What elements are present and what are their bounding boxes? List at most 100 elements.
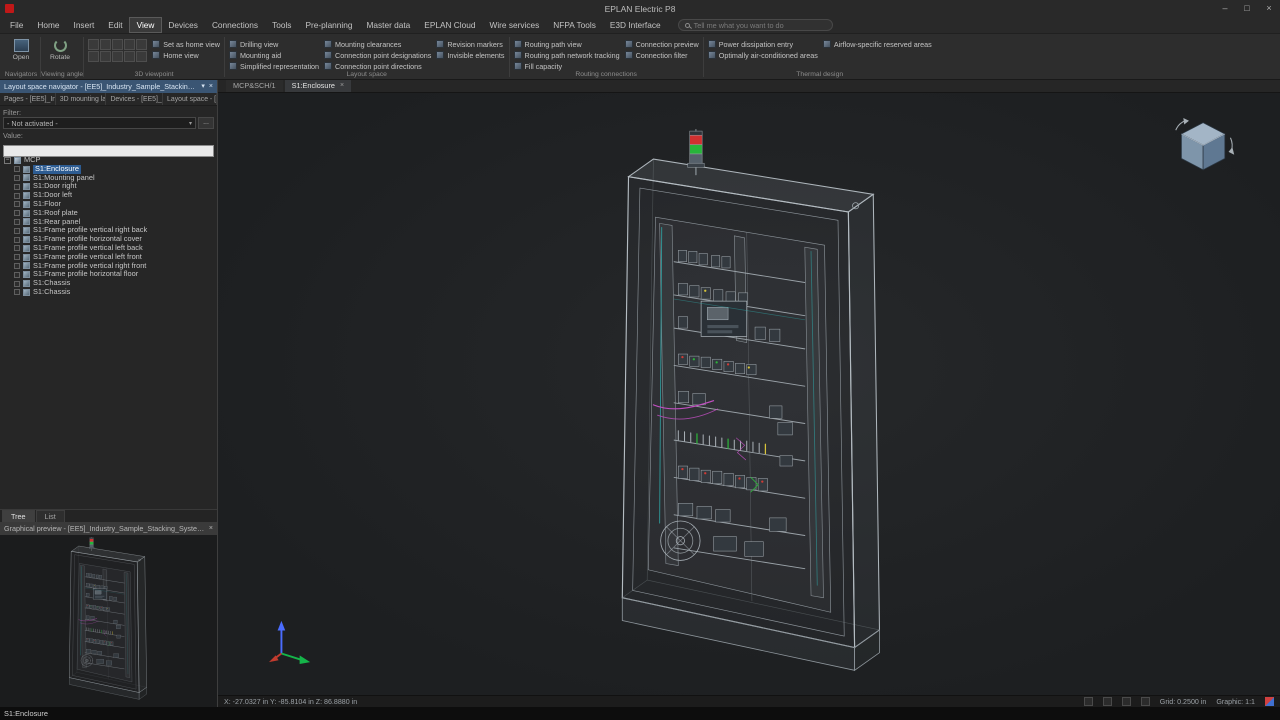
menu-item-file[interactable]: File xyxy=(3,18,30,32)
menu-item-edit[interactable]: Edit xyxy=(101,18,129,32)
dock-tab-devices-ee5-in[interactable]: Devices - [EE5]_In... xyxy=(106,93,163,105)
maximize-button[interactable]: □ xyxy=(1236,0,1258,17)
filter-select[interactable]: - Not activated - ▾ xyxy=(3,117,196,129)
tree-item-s1-chassis[interactable]: S1:Chassis xyxy=(0,288,217,297)
tree-root[interactable]: −MCP xyxy=(0,156,217,165)
visibility-checkbox[interactable] xyxy=(14,184,20,190)
selection-bar: S1:Enclosure xyxy=(0,707,1280,720)
viewpoint-icon-10[interactable] xyxy=(136,51,147,62)
menu-item-devices[interactable]: Devices xyxy=(161,18,205,32)
viewpoint-icon-5[interactable] xyxy=(136,39,147,50)
ribbon-toggle-revision-markers[interactable]: Revision markers xyxy=(436,39,504,49)
dock-tab-pages-ee5-ind[interactable]: Pages - [EE5]_Ind... xyxy=(0,93,56,105)
viewport-3d[interactable] xyxy=(218,93,1280,695)
preview-title: Graphical preview - [EE5]_Industry_Sampl… xyxy=(4,524,205,533)
navigator-title: Layout space navigator - [EE5]_Industry_… xyxy=(4,82,197,91)
ribbon-button-open[interactable]: Open xyxy=(6,36,36,61)
menu-item-view[interactable]: View xyxy=(130,18,162,32)
view-tab-tree[interactable]: Tree xyxy=(2,510,35,522)
coordinate-system-icon[interactable] xyxy=(1084,697,1093,706)
ribbon-toggle-connection-point-directions[interactable]: Connection point directions xyxy=(324,61,431,71)
toggle-icon xyxy=(625,40,633,48)
viewpoint-icon-1[interactable] xyxy=(88,39,99,50)
ribbon-toggle-mounting-aid[interactable]: Mounting aid xyxy=(229,50,319,60)
view-cube[interactable] xyxy=(1172,117,1238,183)
visibility-checkbox[interactable] xyxy=(14,245,20,251)
visibility-checkbox[interactable] xyxy=(14,289,20,295)
ribbon-toggle-optimally-air-conditioned-areas[interactable]: Optimally air-conditioned areas xyxy=(708,50,818,60)
visibility-checkbox[interactable] xyxy=(14,175,20,181)
menu-item-master-data[interactable]: Master data xyxy=(359,18,417,32)
visibility-checkbox[interactable] xyxy=(14,237,20,243)
preview-close-icon[interactable]: × xyxy=(209,522,213,535)
menu-item-connections[interactable]: Connections xyxy=(205,18,265,32)
snap-toggle-icon[interactable] xyxy=(1122,697,1131,706)
ribbon-toggle-home-view[interactable]: Home view xyxy=(152,50,220,60)
layer-icon[interactable] xyxy=(1141,697,1150,706)
visibility-checkbox[interactable] xyxy=(14,193,20,199)
visibility-checkbox[interactable] xyxy=(14,201,20,207)
ribbon-toggle-routing-path-view[interactable]: Routing path view xyxy=(514,39,620,49)
visibility-checkbox[interactable] xyxy=(14,219,20,225)
viewpoint-icon-7[interactable] xyxy=(100,51,111,62)
grid-toggle-icon[interactable] xyxy=(1103,697,1112,706)
ribbon-button-rotate[interactable]: Rotate xyxy=(45,36,75,61)
ribbon-toggle-fill-capacity[interactable]: Fill capacity xyxy=(514,61,620,71)
viewpoint-icon-3[interactable] xyxy=(112,39,123,50)
panel-menu-icon[interactable]: ▾ xyxy=(201,80,205,93)
ribbon-toggle-routing-path-network-tracking[interactable]: Routing path network tracking xyxy=(514,50,620,60)
view-tab-list[interactable]: List xyxy=(36,510,65,522)
visibility-checkbox[interactable] xyxy=(14,272,20,278)
menubar: FileHomeInsertEditViewDevicesConnections… xyxy=(0,17,1280,34)
part-icon xyxy=(23,218,30,225)
dock-tab-3d-mounting-lay[interactable]: 3D mounting lay... xyxy=(56,93,107,105)
ribbon-toggle-set-as-home-view[interactable]: Set as home view xyxy=(152,39,220,49)
visibility-checkbox[interactable] xyxy=(14,210,20,216)
menu-item-nfpa-tools[interactable]: NFPA Tools xyxy=(546,18,603,32)
menu-item-tools[interactable]: Tools xyxy=(265,18,298,32)
ribbon-toggle-airflow-specific-reserved-areas[interactable]: Airflow-specific reserved areas xyxy=(823,39,932,49)
ribbon-toggle-drilling-view[interactable]: Drilling view xyxy=(229,39,319,49)
viewpoint-icon-6[interactable] xyxy=(88,51,99,62)
close-icon[interactable]: × xyxy=(340,80,344,92)
viewpoint-icon-9[interactable] xyxy=(124,51,135,62)
collapse-icon[interactable]: − xyxy=(4,157,11,164)
ribbon-toggle-connection-filter[interactable]: Connection filter xyxy=(625,50,699,60)
visibility-checkbox[interactable] xyxy=(14,166,20,172)
part-icon xyxy=(23,174,30,181)
menu-item-pre-planning[interactable]: Pre-planning xyxy=(298,18,359,32)
ribbon-toggle-power-dissipation-entry[interactable]: Power dissipation entry xyxy=(708,39,818,49)
visibility-checkbox[interactable] xyxy=(14,228,20,234)
menu-item-eplan-cloud[interactable]: EPLAN Cloud xyxy=(417,18,482,32)
viewpoint-icon-2[interactable] xyxy=(100,39,111,50)
visibility-checkbox[interactable] xyxy=(14,263,20,269)
toggle-icon xyxy=(514,62,522,70)
dock-tabs: Pages - [EE5]_Ind...3D mounting lay...De… xyxy=(0,93,217,106)
visibility-checkbox[interactable] xyxy=(14,281,20,287)
ribbon-toggle-connection-preview[interactable]: Connection preview xyxy=(625,39,699,49)
ribbon-toggle-connection-point-designations[interactable]: Connection point designations xyxy=(324,50,431,60)
menu-item-e3d-interface[interactable]: E3D Interface xyxy=(603,18,668,32)
toggle-icon xyxy=(436,40,444,48)
visibility-checkbox[interactable] xyxy=(14,254,20,260)
ribbon-toggle-simplified-representation[interactable]: Simplified representation xyxy=(229,61,319,71)
close-button[interactable]: × xyxy=(1258,0,1280,17)
search-box[interactable]: Tell me what you want to do xyxy=(678,19,833,31)
dock-tab-layout-space-e[interactable]: Layout space - [E... xyxy=(163,93,217,105)
filter-more-button[interactable]: ... xyxy=(198,117,214,129)
panel-close-icon[interactable]: × xyxy=(209,80,213,93)
viewport-tab-mcp-sch-1[interactable]: MCP&SCH/1 xyxy=(226,80,283,92)
viewport-tab-s1-enclosure[interactable]: S1:Enclosure× xyxy=(285,80,352,92)
filter-value: - Not activated - xyxy=(7,119,189,128)
viewpoint-icon-4[interactable] xyxy=(124,39,135,50)
statusbar: X: -27.0327 in Y: -85.8104 in Z: 86.8880… xyxy=(218,695,1280,707)
viewpoint-icon-8[interactable] xyxy=(112,51,123,62)
toggle-icon xyxy=(324,62,332,70)
menu-item-insert[interactable]: Insert xyxy=(67,18,102,32)
filter-area: Filter: - Not activated - ▾ ... Value: xyxy=(0,106,217,154)
menu-item-home[interactable]: Home xyxy=(30,18,66,32)
minimize-button[interactable]: – xyxy=(1214,0,1236,17)
menu-item-wire-services[interactable]: Wire services xyxy=(483,18,547,32)
ribbon-toggle-invisible-elements[interactable]: Invisible elements xyxy=(436,50,504,60)
ribbon-toggle-mounting-clearances[interactable]: Mounting clearances xyxy=(324,39,431,49)
